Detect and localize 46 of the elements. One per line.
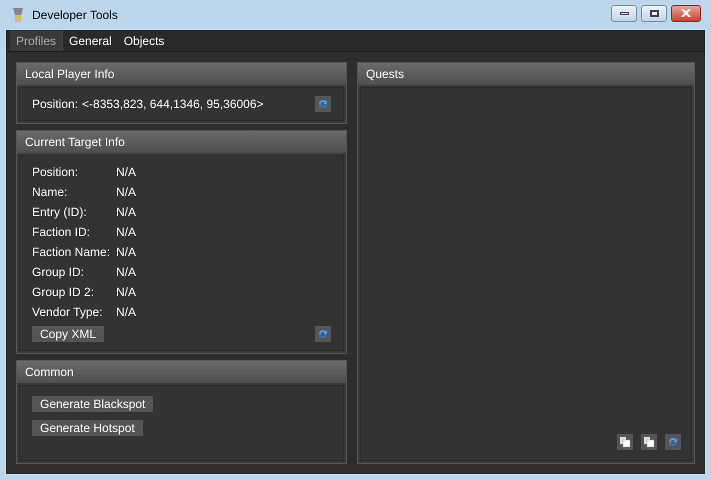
- position-value: <-8353,823, 644,1346, 95,36006>: [82, 96, 265, 113]
- maximize-button[interactable]: [641, 4, 667, 22]
- copy-icon: [643, 436, 655, 448]
- tab[interactable]: Objects: [118, 30, 170, 51]
- panel-title: Common: [25, 364, 74, 381]
- app-icon: [10, 6, 26, 24]
- field-value: N/A: [116, 224, 136, 241]
- tab[interactable]: Profiles: [10, 30, 64, 51]
- field-label: Group ID 2:: [32, 284, 96, 301]
- field-label: Faction Name:: [32, 244, 112, 261]
- action-button[interactable]: Generate Hotspot: [32, 420, 143, 436]
- refresh-icon: [317, 98, 329, 110]
- copy-icon: [619, 436, 631, 448]
- refresh-icon: [317, 328, 329, 340]
- window-title: Developer Tools: [32, 7, 119, 24]
- field-label: Faction ID:: [32, 224, 92, 241]
- action-button[interactable]: Generate Blackspot: [32, 396, 154, 412]
- maximize-icon: [650, 10, 658, 16]
- close-button[interactable]: [671, 4, 701, 22]
- field-label: Position:: [32, 164, 80, 181]
- panel-title: Quests: [366, 66, 404, 83]
- copy-button[interactable]: [617, 434, 633, 450]
- field-value: N/A: [116, 184, 136, 201]
- panel-title: Current Target Info: [25, 134, 125, 151]
- tab[interactable]: General: [63, 30, 118, 51]
- field-label: Group ID:: [32, 264, 86, 281]
- close-icon: [681, 9, 691, 17]
- field-value: N/A: [116, 164, 136, 181]
- refresh-button[interactable]: [665, 434, 681, 450]
- field-label: Name:: [32, 184, 68, 201]
- refresh-button[interactable]: [315, 96, 331, 112]
- field-label: Vendor Type:: [32, 304, 104, 321]
- field-value: N/A: [116, 264, 136, 281]
- copy-button[interactable]: [641, 434, 657, 450]
- field-value: N/A: [116, 204, 136, 221]
- field-value: N/A: [116, 304, 136, 321]
- field-label: Entry (ID):: [32, 204, 88, 221]
- field-value: N/A: [116, 244, 136, 261]
- refresh-icon: [667, 436, 679, 448]
- field-value: N/A: [116, 284, 136, 301]
- refresh-button[interactable]: [315, 326, 331, 342]
- panel-title: Local Player Info: [25, 66, 114, 83]
- minimize-button[interactable]: [611, 4, 637, 22]
- action-button[interactable]: Copy XML: [32, 326, 104, 342]
- position-label: Position:: [32, 96, 78, 113]
- minimize-icon: [620, 12, 628, 14]
